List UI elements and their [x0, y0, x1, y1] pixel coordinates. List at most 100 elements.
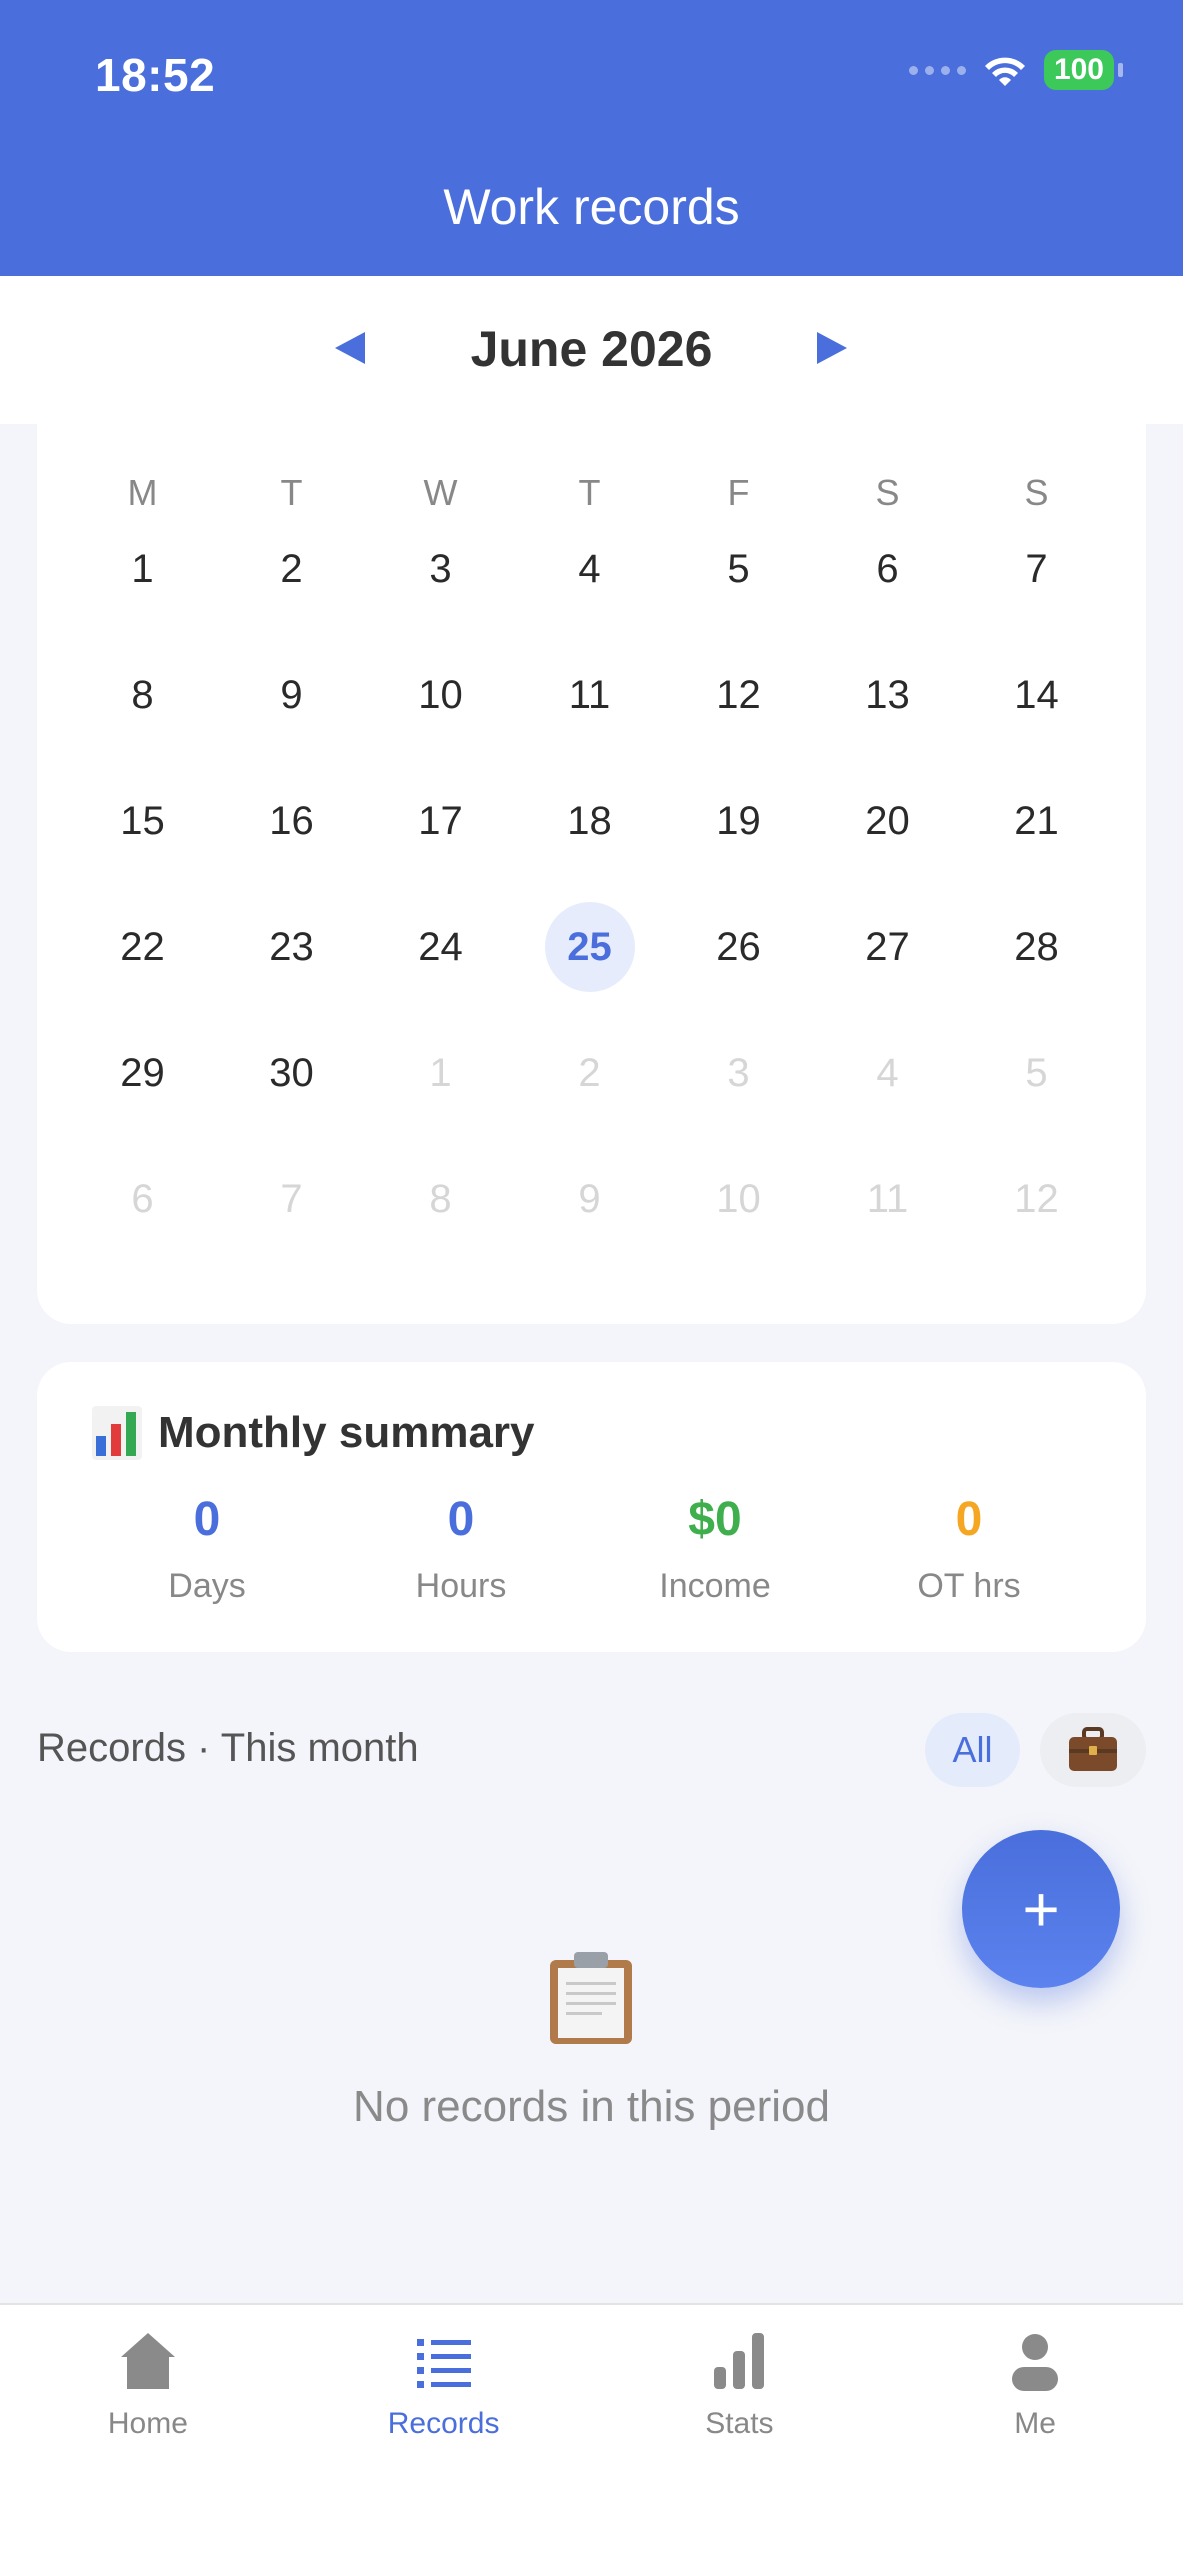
battery-icon: 100	[1043, 50, 1114, 90]
calendar-day-number: 2	[578, 1050, 601, 1095]
app-header: 18:52 100 Work records	[0, 0, 1183, 276]
calendar-day-number: 9	[578, 1176, 601, 1221]
calendar-day-number: 25	[567, 924, 612, 969]
stat-label: OT hrs	[917, 1567, 1021, 1605]
calendar-day-number: 5	[1025, 1050, 1048, 1095]
calendar-week-row: 22 23 24 25 26 27 28	[37, 902, 1146, 992]
calendar-day-number: 22	[120, 924, 165, 969]
calendar-day-today[interactable]: 25	[515, 902, 664, 992]
calendar-day[interactable]: 15	[68, 776, 217, 866]
empty-state-text: No records in this period	[353, 2082, 830, 2131]
page-title: Work records	[443, 179, 740, 235]
calendar-day-number: 23	[269, 924, 314, 969]
filter-work-chip[interactable]	[1040, 1713, 1146, 1787]
calendar-week-row: 29 30 1 2 3 4 5	[37, 1028, 1146, 1118]
calendar-day[interactable]: 17	[366, 776, 515, 866]
calendar-day[interactable]: 2	[217, 524, 366, 614]
filter-all-chip[interactable]: All	[925, 1713, 1020, 1787]
calendar-day[interactable]: 3	[366, 524, 515, 614]
home-icon	[120, 2333, 175, 2389]
calendar-week-row: 8 9 10 11 12 13 14	[37, 650, 1146, 740]
calendar-day[interactable]: 10	[664, 1154, 813, 1244]
calendar-day-number: 11	[568, 672, 611, 717]
calendar-week-row: 1 2 3 4 5 6 7	[37, 524, 1146, 614]
stat-label: Income	[659, 1567, 771, 1605]
calendar-day-number: 17	[418, 798, 463, 843]
calendar-day[interactable]: 14	[962, 650, 1111, 740]
calendar-day[interactable]: 20	[813, 776, 962, 866]
tab-home[interactable]: Home	[0, 2305, 296, 2560]
calendar-day[interactable]: 9	[217, 650, 366, 740]
calendar-day[interactable]: 5	[664, 524, 813, 614]
calendar-day[interactable]: 4	[515, 524, 664, 614]
stat-days: 0 Days	[80, 1492, 334, 1606]
calendar-day[interactable]: 8	[366, 1154, 515, 1244]
summary-header: Monthly summary	[92, 1406, 535, 1460]
stat-value: 0	[193, 1493, 221, 1546]
calendar-day-number: 12	[1014, 1176, 1059, 1221]
calendar-day[interactable]: 13	[813, 650, 962, 740]
calendar-day[interactable]: 2	[515, 1028, 664, 1118]
calendar-day-number: 21	[1014, 798, 1059, 843]
calendar-day[interactable]: 3	[664, 1028, 813, 1118]
calendar-day-number: 24	[418, 924, 463, 969]
calendar-day[interactable]: 19	[664, 776, 813, 866]
calendar-day[interactable]: 4	[813, 1028, 962, 1118]
calendar-day[interactable]: 28	[962, 902, 1111, 992]
next-month-button[interactable]	[817, 332, 847, 364]
calendar-day-number: 26	[716, 924, 761, 969]
list-icon	[416, 2339, 471, 2388]
weekday-label: S	[1024, 472, 1049, 513]
tab-label: Me	[1014, 2407, 1056, 2440]
monthly-summary-card: Monthly summary 0 Days 0 Hours $0 Income…	[37, 1362, 1146, 1652]
stat-value: $0	[688, 1493, 742, 1546]
calendar-day[interactable]: 9	[515, 1154, 664, 1244]
person-icon	[1012, 2334, 1059, 2391]
calendar-day-number: 2	[280, 546, 303, 591]
calendar-day-number: 30	[269, 1050, 314, 1095]
calendar-day[interactable]: 18	[515, 776, 664, 866]
calendar-day[interactable]: 16	[217, 776, 366, 866]
calendar-day[interactable]: 22	[68, 902, 217, 992]
stat-value: 0	[447, 1493, 475, 1546]
calendar-day-number: 16	[269, 798, 314, 843]
calendar-day[interactable]: 10	[366, 650, 515, 740]
calendar-day-number: 14	[1014, 672, 1059, 717]
calendar-week-row: 6 7 8 9 10 11 12	[37, 1154, 1146, 1244]
wifi-icon	[984, 57, 1025, 86]
calendar-day[interactable]: 5	[962, 1028, 1111, 1118]
tab-me[interactable]: Me	[887, 2305, 1183, 2560]
stat-label: Hours	[415, 1567, 507, 1605]
stat-hours: 0 Hours	[334, 1492, 588, 1606]
add-record-button[interactable]: +	[962, 1830, 1120, 1988]
calendar-day[interactable]: 7	[962, 524, 1111, 614]
calendar-day[interactable]: 24	[366, 902, 515, 992]
calendar-day[interactable]: 1	[366, 1028, 515, 1118]
calendar-day[interactable]: 7	[217, 1154, 366, 1244]
calendar-day[interactable]: 27	[813, 902, 962, 992]
calendar-day[interactable]: 6	[68, 1154, 217, 1244]
calendar-day[interactable]: 11	[813, 1154, 962, 1244]
weekday-label: S	[875, 472, 900, 513]
tab-records[interactable]: Records	[296, 2305, 592, 2560]
calendar-day[interactable]: 6	[813, 524, 962, 614]
calendar-day[interactable]: 8	[68, 650, 217, 740]
calendar-day[interactable]: 30	[217, 1028, 366, 1118]
calendar-day[interactable]: 11	[515, 650, 664, 740]
bar-chart-icon	[92, 1406, 142, 1460]
tab-stats[interactable]: Stats	[592, 2305, 888, 2560]
calendar-day[interactable]: 29	[68, 1028, 217, 1118]
calendar-day[interactable]: 21	[962, 776, 1111, 866]
calendar-day-number: 11	[866, 1176, 909, 1221]
status-time: 18:52	[95, 49, 216, 101]
calendar-day[interactable]: 1	[68, 524, 217, 614]
calendar-day[interactable]: 23	[217, 902, 366, 992]
calendar-day-number: 4	[578, 546, 601, 591]
calendar-day[interactable]: 12	[962, 1154, 1111, 1244]
calendar-day-number: 8	[429, 1176, 452, 1221]
weekday-label: M	[127, 472, 158, 513]
calendar-day[interactable]: 26	[664, 902, 813, 992]
calendar-day[interactable]: 12	[664, 650, 813, 740]
tab-label: Records	[387, 2407, 500, 2440]
calendar-day-number: 12	[716, 672, 761, 717]
